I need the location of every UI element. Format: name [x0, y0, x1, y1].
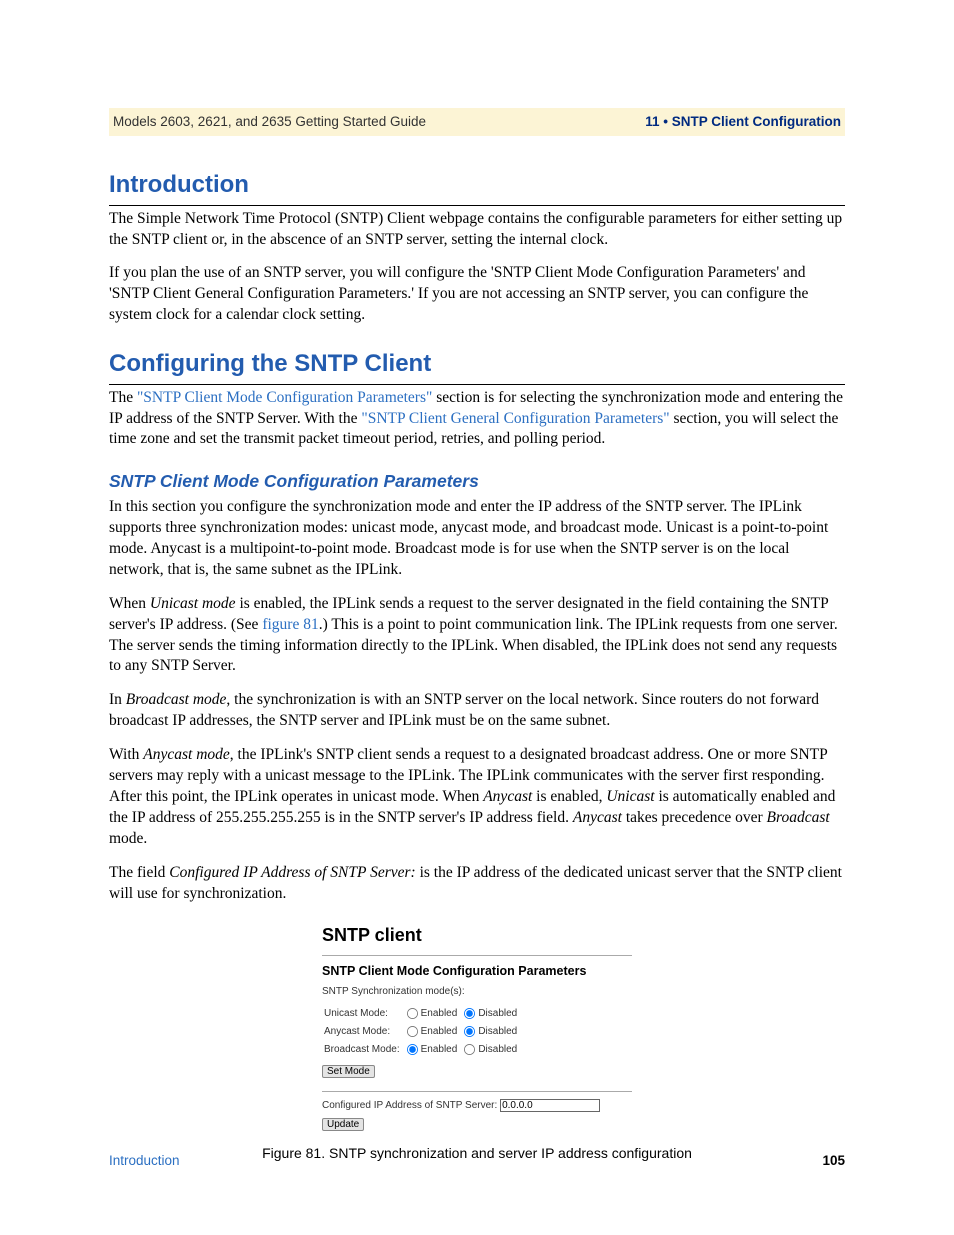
figure-section-heading: SNTP Client Mode Configuration Parameter… — [322, 963, 632, 980]
broadcast-disabled-radio[interactable] — [464, 1044, 475, 1055]
anycast-enabled-radio[interactable] — [407, 1026, 418, 1037]
update-button[interactable]: Update — [322, 1118, 364, 1131]
header-right: 11 • SNTP Client Configuration — [645, 113, 841, 131]
figure-ip-label: Configured IP Address of SNTP Server: — [322, 1100, 497, 1111]
header-left: Models 2603, 2621, and 2635 Getting Star… — [113, 113, 426, 131]
footer-section-name: Introduction — [109, 1152, 180, 1170]
heading-introduction: Introduction — [109, 169, 845, 205]
table-row: Unicast Mode: Enabled Disabled — [324, 1007, 521, 1023]
page-footer: Introduction 105 — [109, 1152, 845, 1170]
subheading-mode-params: SNTP Client Mode Configuration Parameter… — [109, 470, 845, 494]
figure-title: SNTP client — [322, 923, 632, 947]
mode-paragraph-4: With Anycast mode, the IPLink's SNTP cli… — [109, 745, 845, 850]
mode-label: Unicast Mode: — [324, 1007, 404, 1023]
mode-paragraph-5: The field Configured IP Address of SNTP … — [109, 863, 845, 905]
footer-page-number: 105 — [822, 1152, 845, 1170]
figure-81: SNTP client SNTP Client Mode Configurati… — [109, 923, 845, 1163]
link-general-config[interactable]: "SNTP Client General Configuration Param… — [361, 410, 669, 427]
unicast-disabled-radio[interactable] — [464, 1008, 475, 1019]
heading-configuring: Configuring the SNTP Client — [109, 348, 845, 384]
figure-modes-table: Unicast Mode: Enabled Disabled Anycast M… — [322, 1005, 523, 1060]
table-row: Broadcast Mode: Enabled Disabled — [324, 1043, 521, 1059]
link-mode-config[interactable]: "SNTP Client Mode Configuration Paramete… — [137, 389, 432, 406]
set-mode-button[interactable]: Set Mode — [322, 1065, 375, 1078]
intro-paragraph-2: If you plan the use of an SNTP server, y… — [109, 263, 845, 326]
table-row: Anycast Mode: Enabled Disabled — [324, 1025, 521, 1041]
mode-paragraph-1: In this section you configure the synchr… — [109, 497, 845, 581]
unicast-enabled-radio[interactable] — [407, 1008, 418, 1019]
figure-sync-label: SNTP Synchronization mode(s): — [322, 985, 632, 999]
link-figure-81[interactable]: figure 81 — [262, 616, 318, 633]
broadcast-enabled-radio[interactable] — [407, 1044, 418, 1055]
mode-label: Anycast Mode: — [324, 1025, 404, 1041]
intro-paragraph-1: The Simple Network Time Protocol (SNTP) … — [109, 209, 845, 251]
anycast-disabled-radio[interactable] — [464, 1026, 475, 1037]
mode-paragraph-3: In Broadcast mode, the synchronization i… — [109, 690, 845, 732]
sntp-server-ip-input[interactable] — [500, 1099, 600, 1112]
page-header-banner: Models 2603, 2621, and 2635 Getting Star… — [109, 108, 845, 136]
configuring-paragraph-1: The "SNTP Client Mode Configuration Para… — [109, 388, 845, 451]
mode-paragraph-2: When Unicast mode is enabled, the IPLink… — [109, 594, 845, 678]
mode-label: Broadcast Mode: — [324, 1043, 404, 1059]
